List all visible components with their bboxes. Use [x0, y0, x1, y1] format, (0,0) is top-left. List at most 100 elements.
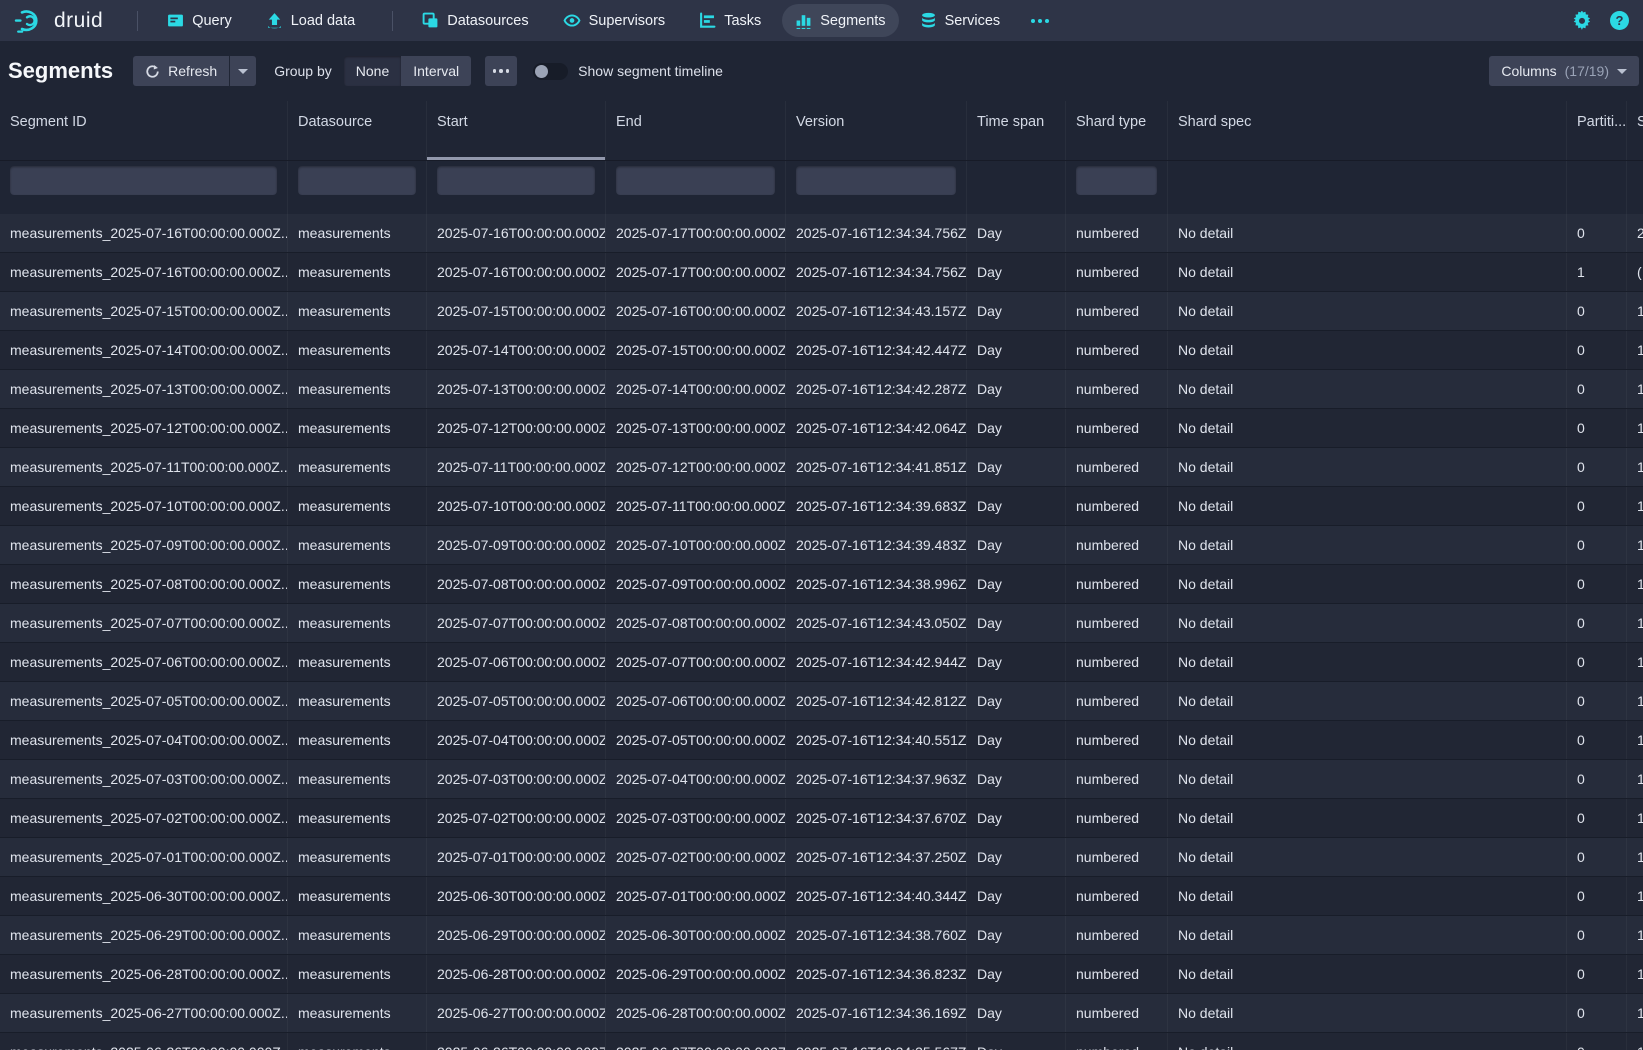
- table-row[interactable]: measurements_2025-06-30T00:00:00.000Z...…: [0, 877, 1643, 916]
- group-by-options: None Interval: [344, 56, 471, 86]
- cell-version: 2025-07-16T12:34:41.851Z: [786, 448, 967, 486]
- table-row[interactable]: measurements_2025-07-15T00:00:00.000Z...…: [0, 292, 1643, 331]
- cell-partition: 0: [1567, 409, 1627, 447]
- table-row[interactable]: measurements_2025-07-10T00:00:00.000Z...…: [0, 487, 1643, 526]
- cell-time_span: Day: [967, 916, 1066, 954]
- cell-shard_spec: No detail: [1168, 214, 1567, 252]
- bar-chart-icon: [795, 12, 812, 29]
- settings-button[interactable]: [1572, 11, 1592, 31]
- help-icon: ?: [1610, 11, 1629, 30]
- group-by-interval-button[interactable]: Interval: [401, 56, 471, 86]
- table-row[interactable]: measurements_2025-06-29T00:00:00.000Z...…: [0, 916, 1643, 955]
- group-by-none-button[interactable]: None: [344, 56, 401, 86]
- header-time_span[interactable]: Time span: [967, 101, 1066, 160]
- filter-input-datasource[interactable]: [298, 166, 416, 195]
- cell-version: 2025-07-16T12:34:39.483Z: [786, 526, 967, 564]
- table-row[interactable]: measurements_2025-07-06T00:00:00.000Z...…: [0, 643, 1643, 682]
- cell-end: 2025-07-16T00:00:00.000Z: [606, 292, 786, 330]
- table-row[interactable]: measurements_2025-07-14T00:00:00.000Z...…: [0, 331, 1643, 370]
- header-size[interactable]: S: [1627, 101, 1643, 160]
- refresh-interval-dropdown[interactable]: [230, 56, 256, 86]
- cell-shard_type: numbered: [1066, 253, 1168, 291]
- cell-version: 2025-07-16T12:34:43.050Z: [786, 604, 967, 642]
- cell-datasource: measurements: [288, 877, 427, 915]
- table-row[interactable]: measurements_2025-06-28T00:00:00.000Z...…: [0, 955, 1643, 994]
- nav-item-label: Datasources: [447, 13, 528, 29]
- nav-more-button[interactable]: [1021, 11, 1059, 31]
- nav-item-segments[interactable]: Segments: [782, 4, 898, 37]
- table-row[interactable]: measurements_2025-07-05T00:00:00.000Z...…: [0, 682, 1643, 721]
- header-datasource[interactable]: Datasource: [288, 101, 427, 160]
- nav-item-tasks[interactable]: Tasks: [686, 4, 774, 37]
- brand-name: druid: [54, 9, 103, 33]
- segment-timeline-label: Show segment timeline: [578, 63, 723, 79]
- columns-label: Columns: [1501, 63, 1556, 79]
- cell-version: 2025-07-16T12:34:42.064Z: [786, 409, 967, 447]
- refresh-button[interactable]: Refresh: [133, 56, 229, 86]
- cell-datasource: measurements: [288, 409, 427, 447]
- table-row[interactable]: measurements_2025-07-02T00:00:00.000Z...…: [0, 799, 1643, 838]
- table-row[interactable]: measurements_2025-06-26T00:00:00.000Z...…: [0, 1033, 1643, 1050]
- cell-start: 2025-07-09T00:00:00.000Z: [427, 526, 606, 564]
- cell-time_span: Day: [967, 721, 1066, 759]
- table-row[interactable]: measurements_2025-06-27T00:00:00.000Z...…: [0, 994, 1643, 1033]
- nav-item-datasources[interactable]: Datasources: [409, 4, 541, 37]
- filter-input-shard_type[interactable]: [1076, 166, 1157, 195]
- header-shard_spec[interactable]: Shard spec: [1168, 101, 1567, 160]
- nav-item-supervisors[interactable]: Supervisors: [550, 4, 679, 37]
- cell-end: 2025-07-05T00:00:00.000Z: [606, 721, 786, 759]
- filter-cell-shard_type: [1066, 161, 1168, 214]
- cell-end: 2025-07-04T00:00:00.000Z: [606, 760, 786, 798]
- header-partition[interactable]: Partiti...: [1567, 101, 1627, 160]
- cell-shard_spec: No detail: [1168, 955, 1567, 993]
- table-row[interactable]: measurements_2025-07-12T00:00:00.000Z...…: [0, 409, 1643, 448]
- table-row[interactable]: measurements_2025-07-07T00:00:00.000Z...…: [0, 604, 1643, 643]
- nav-divider: [137, 11, 138, 31]
- help-button[interactable]: ?: [1610, 11, 1629, 30]
- cell-time_span: Day: [967, 604, 1066, 642]
- cell-time_span: Day: [967, 760, 1066, 798]
- table-row[interactable]: measurements_2025-07-04T00:00:00.000Z...…: [0, 721, 1643, 760]
- table-row[interactable]: measurements_2025-07-11T00:00:00.000Z...…: [0, 448, 1643, 487]
- header-end[interactable]: End: [606, 101, 786, 160]
- filter-input-segment_id[interactable]: [10, 166, 277, 195]
- segment-timeline-toggle[interactable]: [533, 63, 568, 80]
- cell-time_span: Day: [967, 682, 1066, 720]
- header-shard_type[interactable]: Shard type: [1066, 101, 1168, 160]
- nav-item-label: Load data: [291, 13, 356, 29]
- nav-item-load-data[interactable]: Load data: [253, 4, 369, 37]
- table-row[interactable]: measurements_2025-07-03T00:00:00.000Z...…: [0, 760, 1643, 799]
- table-row[interactable]: measurements_2025-07-13T00:00:00.000Z...…: [0, 370, 1643, 409]
- druid-logo[interactable]: druid: [14, 7, 103, 35]
- header-version[interactable]: Version: [786, 101, 967, 160]
- filter-input-start[interactable]: [437, 166, 595, 195]
- filter-cell-start: [427, 161, 606, 214]
- cell-size: 1: [1627, 643, 1643, 681]
- nav-item-label: Query: [192, 13, 232, 29]
- columns-button[interactable]: Columns (17/19): [1489, 56, 1639, 86]
- filter-input-end[interactable]: [616, 166, 775, 195]
- table-row[interactable]: measurements_2025-07-08T00:00:00.000Z...…: [0, 565, 1643, 604]
- cell-time_span: Day: [967, 409, 1066, 447]
- toolbar-more-button[interactable]: [485, 56, 517, 86]
- table-row[interactable]: measurements_2025-07-09T00:00:00.000Z...…: [0, 526, 1643, 565]
- cell-time_span: Day: [967, 526, 1066, 564]
- header-label: Time span: [977, 114, 1044, 130]
- nav-item-query[interactable]: Query: [154, 4, 245, 37]
- nav-item-label: Supervisors: [589, 13, 666, 29]
- table-row[interactable]: measurements_2025-07-16T00:00:00.000Z...…: [0, 253, 1643, 292]
- filter-cell-size: [1627, 161, 1643, 214]
- header-start[interactable]: Start: [427, 101, 606, 160]
- cell-shard_type: numbered: [1066, 916, 1168, 954]
- nav-right: ?: [1572, 11, 1629, 31]
- table-row[interactable]: measurements_2025-07-16T00:00:00.000Z...…: [0, 214, 1643, 253]
- cell-end: 2025-07-06T00:00:00.000Z: [606, 682, 786, 720]
- nav-item-services[interactable]: Services: [907, 4, 1014, 37]
- filter-input-version[interactable]: [796, 166, 956, 195]
- header-segment_id[interactable]: Segment ID: [0, 101, 288, 160]
- cell-shard_type: numbered: [1066, 994, 1168, 1032]
- table-row[interactable]: measurements_2025-07-01T00:00:00.000Z...…: [0, 838, 1643, 877]
- cell-partition: 0: [1567, 955, 1627, 993]
- cell-shard_type: numbered: [1066, 604, 1168, 642]
- header-label: Partiti...: [1577, 114, 1626, 130]
